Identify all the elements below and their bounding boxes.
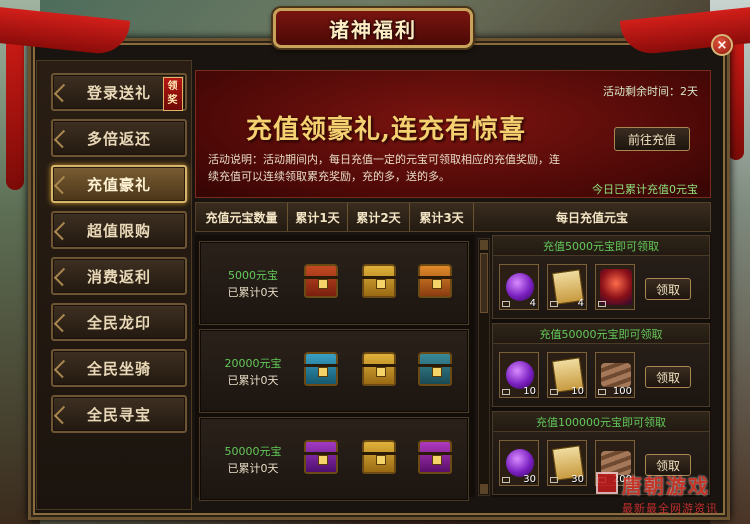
sidebar-item-limited-purchase[interactable]: 超值限购 <box>51 211 187 249</box>
watermark-logo-icon <box>596 472 618 494</box>
column-header: 每日充值元宝 <box>555 210 628 225</box>
character-icon <box>600 269 632 305</box>
today-total: 今日已累计充值0元宝 <box>592 183 698 196</box>
item-quantity: 30 <box>571 474 584 485</box>
tier-amount: 5000元宝 <box>228 269 278 282</box>
reward-slot[interactable]: 4 <box>547 264 587 310</box>
reward-title: 充值5000元宝即可领取 <box>493 236 709 256</box>
column-header: 累计1天 <box>288 203 348 231</box>
reward-slot[interactable]: 10 <box>499 352 539 398</box>
tier-row: 50000元宝 已累计0天 <box>199 417 469 501</box>
tier-days: 已累计0天 <box>227 374 279 387</box>
bound-lock-icon <box>598 389 606 395</box>
column-header: 累计2天 <box>348 203 410 231</box>
tier-scrollbar[interactable] <box>478 238 490 496</box>
sidebar-item-label: 全民寻宝 <box>86 405 151 424</box>
tier-row: 5000元宝 已累计0天 <box>199 241 469 325</box>
column-header: 充值元宝数量 <box>196 203 288 231</box>
scroll-down-icon[interactable] <box>480 484 488 494</box>
chest-day1-icon[interactable] <box>304 440 338 474</box>
sidebar-item-recharge-gift[interactable]: 充值豪礼 <box>51 165 187 203</box>
sidebar-item-label: 全民龙印 <box>86 313 151 332</box>
purple-orb-icon <box>506 273 534 301</box>
sidebar-item-label: 多倍返还 <box>86 129 151 148</box>
bound-lock-icon <box>550 301 558 307</box>
reward-slot[interactable]: 10 <box>547 352 587 398</box>
sidebar-item-multi-return[interactable]: 多倍返还 <box>51 119 187 157</box>
window-title-plate: 诸神福利 <box>273 8 473 48</box>
sidebar-item-label: 超值限购 <box>86 221 151 240</box>
sidebar-item-label: 充值豪礼 <box>86 175 151 194</box>
item-quantity: 30 <box>523 474 536 485</box>
time-remaining: 活动剩余时间：2天 <box>603 85 698 98</box>
reward-block: 充值5000元宝即可领取 4 4 领取 <box>492 235 710 319</box>
purple-orb-icon <box>506 361 534 389</box>
bound-lock-icon <box>550 389 558 395</box>
claim-button[interactable]: 领取 <box>645 278 691 300</box>
event-banner: 活动剩余时间：2天 充值领豪礼,连充有惊喜 前往充值 活动说明：活动期间内，每日… <box>195 70 711 198</box>
reward-slot[interactable]: 30 <box>499 440 539 486</box>
reward-slot[interactable]: 100 <box>595 352 635 398</box>
bound-lock-icon <box>502 477 510 483</box>
daily-rewards-panel: 充值5000元宝即可领取 4 4 领取 充值50000元宝即可领取 10 10 <box>492 235 711 497</box>
bound-lock-icon <box>502 389 510 395</box>
sidebar: 登录送礼 领奖 多倍返还 充值豪礼 超值限购 消费返利 全民龙印 全民坐骑 全民… <box>36 60 192 510</box>
window-title: 诸神福利 <box>329 17 417 42</box>
sidebar-item-dragon-seal[interactable]: 全民龙印 <box>51 303 187 341</box>
purple-orb-icon <box>506 449 534 477</box>
claim-badge: 领奖 <box>163 77 183 111</box>
sidebar-item-mount[interactable]: 全民坐骑 <box>51 349 187 387</box>
site-watermark: 唐朝游戏 最新最全网游资讯 <box>596 470 746 520</box>
chest-day1-icon[interactable] <box>304 352 338 386</box>
banner-slogan: 充值领豪礼,连充有惊喜 <box>246 115 527 145</box>
item-quantity: 10 <box>571 386 584 397</box>
item-quantity: 4 <box>529 298 536 309</box>
bound-lock-icon <box>550 477 558 483</box>
reward-slot[interactable] <box>595 264 635 310</box>
tier-amount: 50000元宝 <box>224 445 282 458</box>
watermark-text: 唐朝游戏 <box>622 474 710 498</box>
chest-day3-icon[interactable] <box>418 352 452 386</box>
tier-days: 已累计0天 <box>227 462 279 475</box>
reward-block: 充值50000元宝即可领取 10 10 100 领取 <box>492 323 710 407</box>
tier-list: 5000元宝 已累计0天 20000元宝 已累计0天 50000元宝 已累计0天 <box>195 235 475 501</box>
chest-day3-icon[interactable] <box>418 440 452 474</box>
tier-days: 已累计0天 <box>227 286 279 299</box>
chest-day2-icon[interactable] <box>362 352 396 386</box>
chest-day3-icon[interactable] <box>418 264 452 298</box>
sidebar-item-spend-rebate[interactable]: 消费返利 <box>51 257 187 295</box>
table-header: 充值元宝数量 累计1天 累计2天 累计3天 每日充值元宝 <box>195 202 711 232</box>
go-recharge-button[interactable]: 前往充值 <box>614 127 690 151</box>
scroll-thumb[interactable] <box>480 253 488 313</box>
red-ribbon-tail-right <box>728 40 744 160</box>
watermark-subtext: 最新最全网游资讯 <box>622 502 718 515</box>
item-quantity: 10 <box>523 386 536 397</box>
reward-slot[interactable]: 4 <box>499 264 539 310</box>
chest-day2-icon[interactable] <box>362 264 396 298</box>
bound-lock-icon <box>502 301 510 307</box>
close-button[interactable]: × <box>711 34 733 56</box>
red-ribbon-tail-left <box>6 40 24 190</box>
chest-day2-icon[interactable] <box>362 440 396 474</box>
reward-slot[interactable]: 30 <box>547 440 587 486</box>
chest-day1-icon[interactable] <box>304 264 338 298</box>
item-quantity: 100 <box>612 386 632 397</box>
close-icon: × <box>716 37 728 53</box>
sidebar-item-label: 消费返利 <box>86 267 151 286</box>
sidebar-item-login-gift[interactable]: 登录送礼 领奖 <box>51 73 187 111</box>
sidebar-item-label: 全民坐骑 <box>86 359 151 378</box>
claim-button[interactable]: 领取 <box>645 366 691 388</box>
column-header: 累计3天 <box>410 203 474 231</box>
reward-title: 充值100000元宝即可领取 <box>493 412 709 432</box>
scroll-up-icon[interactable] <box>480 240 488 250</box>
event-description: 活动说明：活动期间内，每日充值一定的元宝可领取相应的充值奖励，连续充值可以连续领… <box>208 153 560 183</box>
reward-title: 充值50000元宝即可领取 <box>493 324 709 344</box>
sidebar-item-treasure-hunt[interactable]: 全民寻宝 <box>51 395 187 433</box>
tier-amount: 20000元宝 <box>224 357 282 370</box>
tier-row: 20000元宝 已累计0天 <box>199 329 469 413</box>
bound-lock-icon <box>598 301 606 307</box>
sidebar-item-label: 登录送礼 <box>86 83 151 102</box>
item-quantity: 4 <box>577 298 584 309</box>
wood-icon <box>601 363 631 387</box>
